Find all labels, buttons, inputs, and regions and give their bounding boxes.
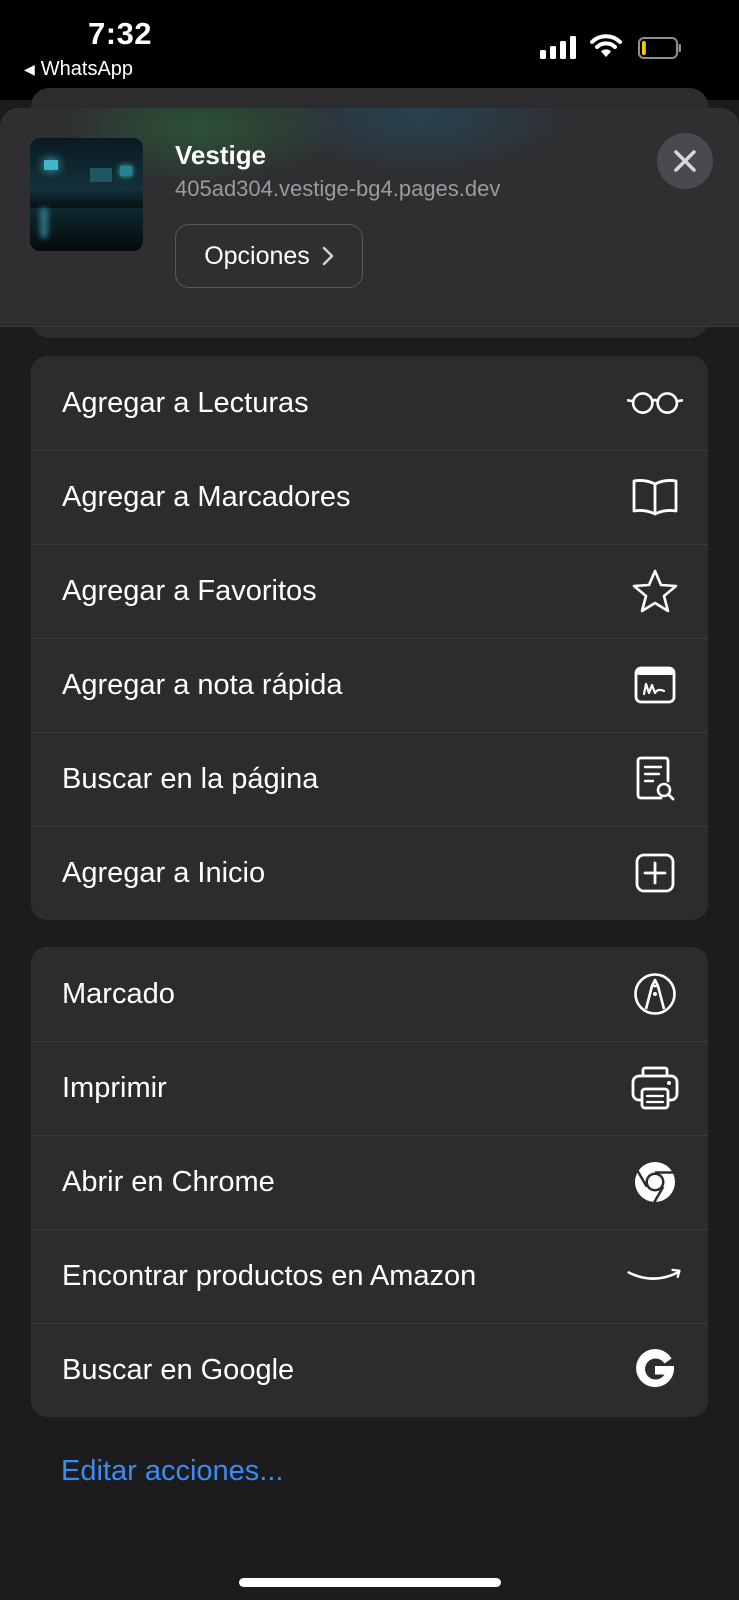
quick-note-icon (627, 657, 683, 713)
star-icon (627, 563, 683, 619)
action-print[interactable]: Imprimir (31, 1041, 708, 1135)
back-to-app-button[interactable]: ◀ WhatsApp (24, 58, 133, 81)
action-label: Imprimir (62, 1071, 167, 1104)
amazon-icon (627, 1248, 683, 1304)
share-sheet-header: Vestige 405ad304.vestige-bg4.pages.dev O… (0, 108, 739, 327)
action-label: Buscar en la página (62, 762, 319, 795)
page-url: 405ad304.vestige-bg4.pages.dev (175, 176, 501, 201)
actions-group-primary: Agregar a Lecturas Agregar a Marcadores … (31, 356, 708, 920)
action-find-on-amazon[interactable]: Encontrar productos en Amazon (31, 1229, 708, 1323)
action-add-quick-note[interactable]: Agregar a nota rápida (31, 638, 708, 732)
close-icon (674, 150, 696, 172)
status-bar: 7:32 ◀ WhatsApp (0, 0, 739, 100)
action-open-in-chrome[interactable]: Abrir en Chrome (31, 1135, 708, 1229)
action-label: Agregar a Marcadores (62, 480, 351, 513)
google-icon (627, 1342, 683, 1398)
action-search-google[interactable]: Buscar en Google (31, 1323, 708, 1417)
action-label: Marcado (62, 977, 175, 1010)
action-add-to-reading-list[interactable]: Agregar a Lecturas (31, 356, 708, 450)
status-time: 7:32 (88, 16, 153, 51)
wifi-icon (590, 34, 622, 57)
chrome-icon (627, 1154, 683, 1210)
action-label: Encontrar productos en Amazon (62, 1259, 477, 1292)
options-label: Opciones (204, 241, 310, 270)
action-find-in-page[interactable]: Buscar en la página (31, 732, 708, 826)
page-title: Vestige (175, 140, 267, 170)
action-label: Agregar a Lecturas (62, 386, 309, 419)
battery-icon (638, 37, 681, 59)
actions-group-secondary: Marcado Imprimir Abrir en Chrome Encontr… (31, 947, 708, 1417)
action-label: Agregar a nota rápida (62, 668, 343, 701)
chevron-right-icon (322, 246, 334, 266)
home-indicator[interactable] (239, 1578, 501, 1587)
action-add-to-home[interactable]: Agregar a Inicio (31, 826, 708, 920)
action-label: Abrir en Chrome (62, 1165, 275, 1198)
close-button[interactable] (657, 133, 713, 189)
book-icon (627, 469, 683, 525)
page-thumbnail (30, 138, 143, 251)
action-add-favorite[interactable]: Agregar a Favoritos (31, 544, 708, 638)
options-button[interactable]: Opciones (175, 224, 363, 288)
markup-icon (627, 966, 683, 1022)
action-markup[interactable]: Marcado (31, 947, 708, 1041)
printer-icon (627, 1060, 683, 1116)
find-in-page-icon (627, 751, 683, 807)
glasses-icon (627, 375, 683, 431)
action-add-bookmark[interactable]: Agregar a Marcadores (31, 450, 708, 544)
edit-actions-link[interactable]: Editar acciones... (61, 1455, 283, 1488)
action-label: Agregar a Inicio (62, 856, 266, 889)
cellular-signal-icon (540, 36, 576, 59)
back-app-label: WhatsApp (40, 58, 134, 80)
back-triangle-icon: ◀ (24, 61, 35, 77)
add-square-icon (627, 845, 683, 901)
action-label: Buscar en Google (62, 1353, 295, 1386)
action-label: Agregar a Favoritos (62, 574, 317, 607)
